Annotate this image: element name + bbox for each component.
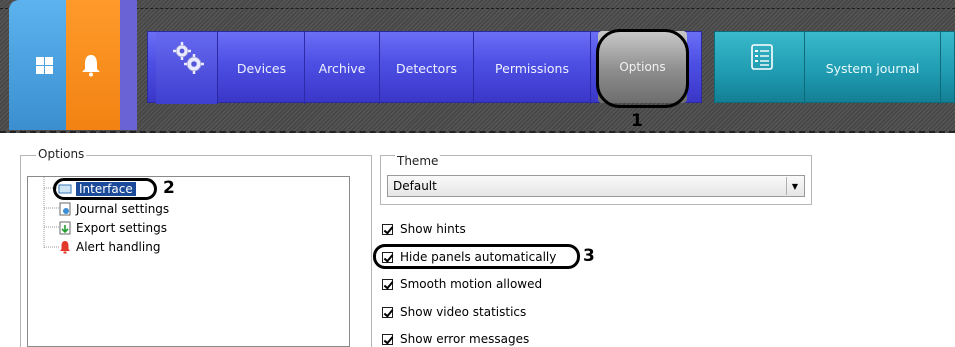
gears-icon bbox=[173, 42, 204, 74]
system-journal-button[interactable]: System journal bbox=[805, 32, 941, 104]
tree-item-alert-handling[interactable]: Alert handling bbox=[58, 239, 160, 255]
checkbox-box[interactable] bbox=[382, 223, 393, 235]
callout-ring-3 bbox=[373, 244, 580, 269]
checkbox-label: Show hints bbox=[400, 222, 466, 236]
tree-item-label: Alert handling bbox=[76, 240, 161, 254]
checkbox-error-messages[interactable]: Show error messages bbox=[382, 331, 529, 347]
journal-settings-icon bbox=[59, 202, 71, 216]
menu-options[interactable]: Options bbox=[598, 31, 687, 103]
windows-grid-icon bbox=[36, 57, 53, 74]
callout-number-2: 2 bbox=[163, 178, 175, 198]
alerts-tile[interactable] bbox=[66, 0, 120, 130]
tree-item-journal-settings[interactable]: Journal settings bbox=[58, 201, 169, 217]
checklist-icon bbox=[751, 44, 773, 70]
ribbon-top-edge bbox=[0, 0, 955, 9]
home-tile[interactable] bbox=[9, 0, 66, 130]
checkbox-video-statistics[interactable]: Show video statistics bbox=[382, 304, 526, 320]
checkbox-label: Smooth motion allowed bbox=[400, 277, 543, 291]
tree-item-label: Journal settings bbox=[76, 202, 170, 216]
options-tree: Interface Journal settings Export settin… bbox=[27, 176, 350, 347]
options-legend: Options bbox=[36, 147, 87, 161]
checkbox-box[interactable] bbox=[382, 306, 393, 318]
callout-number-1: 1 bbox=[631, 111, 643, 131]
checkbox-box[interactable] bbox=[382, 278, 393, 290]
bell-icon bbox=[82, 55, 100, 77]
theme-select-value: Default bbox=[393, 179, 437, 193]
menu-permissions[interactable]: Permissions bbox=[474, 32, 591, 104]
callout-ring-2 bbox=[53, 178, 157, 200]
journal-icon-button[interactable] bbox=[715, 32, 805, 104]
theme-select[interactable]: Default ▼ bbox=[387, 175, 805, 197]
alert-handling-icon bbox=[60, 241, 70, 254]
checkbox-label: Show error messages bbox=[400, 332, 530, 346]
menu-detectors[interactable]: Detectors bbox=[380, 32, 474, 104]
theme-legend: Theme bbox=[395, 154, 441, 168]
tree-item-export-settings[interactable]: Export settings bbox=[58, 220, 167, 236]
checkbox-show-hints[interactable]: Show hints bbox=[382, 221, 466, 237]
accent-strip bbox=[120, 0, 137, 130]
export-settings-icon bbox=[59, 221, 71, 235]
tree-item-label: Export settings bbox=[76, 221, 167, 235]
chevron-down-icon[interactable]: ▼ bbox=[786, 177, 803, 195]
checkbox-label: Show video statistics bbox=[400, 305, 527, 319]
checkbox-box[interactable] bbox=[382, 333, 393, 345]
checkbox-smooth-motion[interactable]: Smooth motion allowed bbox=[382, 276, 542, 292]
settings-tile[interactable] bbox=[156, 32, 218, 104]
top-ribbon: Devices Archive Detectors Permissions Op… bbox=[0, 0, 955, 133]
menu-archive[interactable]: Archive bbox=[305, 32, 380, 104]
callout-number-3: 3 bbox=[583, 246, 595, 266]
journal-section: System journal bbox=[714, 31, 955, 104]
menu-devices[interactable]: Devices bbox=[219, 32, 305, 104]
